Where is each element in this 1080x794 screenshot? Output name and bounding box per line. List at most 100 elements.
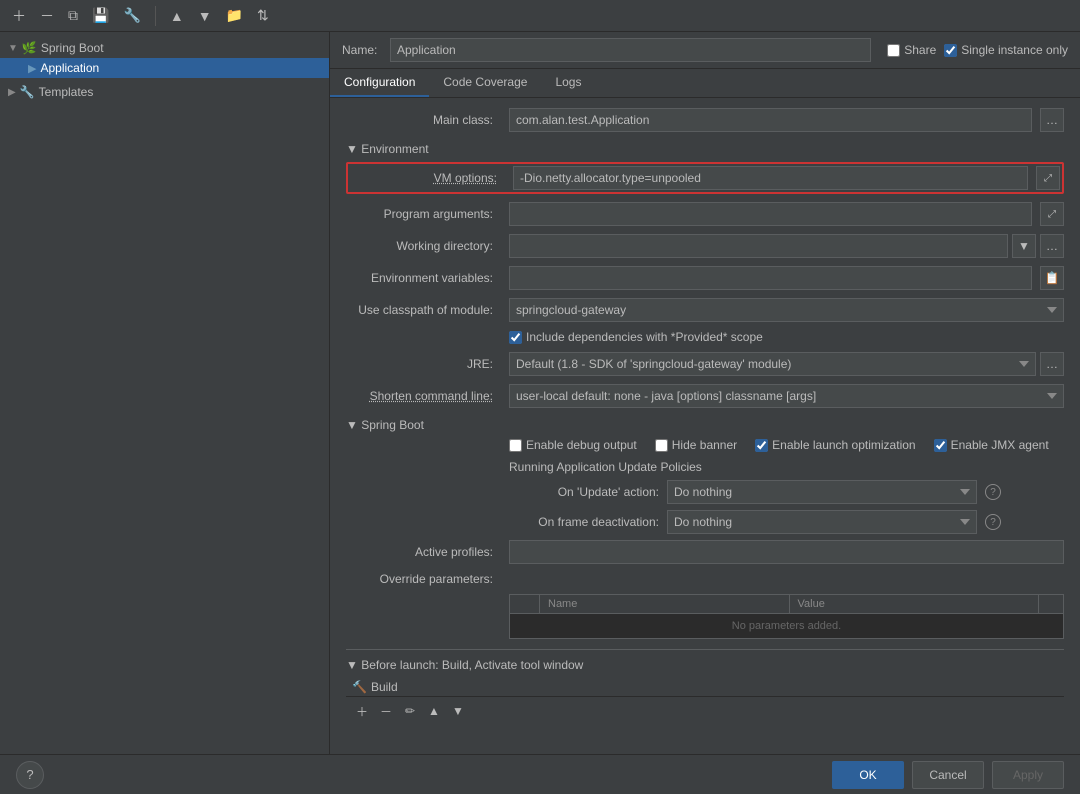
name-input[interactable] [390, 38, 871, 62]
shorten-cmd-wrapper: user-local default: none - java [options… [509, 384, 1064, 408]
before-launch-down-button[interactable]: ▼ [448, 701, 468, 721]
ok-button[interactable]: OK [832, 761, 904, 789]
main-class-input[interactable] [509, 108, 1032, 132]
env-vars-browse-button[interactable]: 📋 [1040, 266, 1064, 290]
shorten-cmd-select[interactable]: user-local default: none - java [options… [509, 384, 1064, 408]
env-vars-input[interactable] [509, 266, 1032, 290]
enable-launch-opt-checkbox[interactable] [755, 439, 768, 452]
working-dir-input[interactable] [509, 234, 1008, 258]
on-frame-row: On frame deactivation: Do nothing ? [509, 510, 1064, 534]
working-dir-wrapper: ▼ … [509, 234, 1064, 258]
build-icon: 🔨 [352, 680, 367, 694]
vm-options-input[interactable] [513, 166, 1028, 190]
before-launch-header[interactable]: ▼ Before launch: Build, Activate tool wi… [346, 658, 1064, 672]
toolbar: ＋ － ⧉ 💾 🔧 ▲ ▼ 📁 ⇅ [0, 0, 1080, 32]
working-dir-browse-button[interactable]: … [1040, 234, 1064, 258]
folder-icon[interactable]: 📁 [222, 5, 247, 26]
working-dir-dropdown-button[interactable]: ▼ [1012, 234, 1036, 258]
running-policies: Running Application Update Policies On '… [346, 460, 1064, 534]
program-args-expand-button[interactable]: ⤢ [1040, 202, 1064, 226]
shorten-cmd-label: Shorten command line: [346, 389, 501, 403]
enable-launch-opt-label[interactable]: Enable launch optimization [755, 438, 915, 452]
cancel-button[interactable]: Cancel [912, 761, 984, 789]
classpath-select[interactable]: springcloud-gateway [509, 298, 1064, 322]
help-button[interactable]: ? [16, 761, 44, 789]
vm-options-row: VM options: ⤢ [346, 162, 1064, 194]
active-profiles-label: Active profiles: [346, 545, 501, 559]
enable-debug-checkbox[interactable] [509, 439, 522, 452]
sidebar-group-springboot-label: Spring Boot [41, 41, 104, 55]
templates-arrow-icon: ▶ [8, 87, 16, 98]
sidebar-item-application-label: Application [40, 61, 99, 75]
before-launch-item: 🔨 Build [346, 678, 1064, 696]
environment-section-header[interactable]: ▼ Environment [346, 142, 1064, 156]
single-instance-checkbox-label[interactable]: Single instance only [944, 43, 1068, 57]
down-icon[interactable]: ▼ [194, 6, 216, 26]
tab-configuration[interactable]: Configuration [330, 69, 429, 97]
hide-banner-checkbox[interactable] [655, 439, 668, 452]
on-frame-help-icon[interactable]: ? [985, 514, 1001, 530]
override-params: Override parameters: Name Value No param… [346, 572, 1064, 639]
enable-jmx-label[interactable]: Enable JMX agent [934, 438, 1049, 452]
working-dir-row: Working directory: ▼ … [346, 234, 1064, 258]
tab-code-coverage[interactable]: Code Coverage [429, 69, 541, 97]
jre-row: JRE: Default (1.8 - SDK of 'springcloud-… [346, 352, 1064, 376]
sidebar-group-templates-header[interactable]: ▶ 🔧 Templates [0, 82, 329, 102]
springboot-section-header[interactable]: ▼ Spring Boot [346, 418, 1064, 432]
apply-button[interactable]: Apply [992, 761, 1064, 789]
app-icon: ▶ [28, 62, 36, 75]
sidebar-group-springboot: ▼ 🌿 Spring Boot ▶ Application [0, 36, 329, 80]
jre-select[interactable]: Default (1.8 - SDK of 'springcloud-gatew… [509, 352, 1036, 376]
enable-debug-label[interactable]: Enable debug output [509, 438, 637, 452]
jre-browse-button[interactable]: … [1040, 352, 1064, 376]
toolbar-separator [155, 6, 156, 26]
enable-jmx-checkbox[interactable] [934, 439, 947, 452]
override-params-label: Override parameters: [346, 572, 501, 586]
add-icon[interactable]: ＋ [8, 4, 30, 28]
share-checkbox-label[interactable]: Share [887, 43, 936, 57]
active-profiles-input[interactable] [509, 540, 1064, 564]
sort-icon[interactable]: ⇅ [253, 5, 273, 26]
on-update-help-icon[interactable]: ? [985, 484, 1001, 500]
running-policies-title: Running Application Update Policies [509, 460, 1064, 474]
include-deps-label[interactable]: Include dependencies with *Provided* sco… [509, 330, 763, 344]
params-table: Name Value No parameters added. [509, 594, 1064, 639]
config-panel: Main class: … ▼ Environment VM options: … [330, 98, 1080, 754]
on-update-select[interactable]: Do nothing [667, 480, 977, 504]
name-bar: Name: Share Single instance only [330, 32, 1080, 69]
name-label: Name: [342, 43, 382, 57]
expand-arrow-icon: ▼ [8, 43, 18, 54]
hide-banner-label[interactable]: Hide banner [655, 438, 737, 452]
springboot-section: ▼ Spring Boot Enable debug output Hide b… [346, 418, 1064, 534]
include-deps-row: Include dependencies with *Provided* sco… [346, 330, 1064, 344]
single-instance-checkbox[interactable] [944, 44, 957, 57]
params-col-value: Value [790, 595, 1040, 613]
copy-icon[interactable]: ⧉ [64, 5, 82, 26]
tabs: Configuration Code Coverage Logs [330, 69, 1080, 98]
on-frame-label: On frame deactivation: [509, 515, 659, 529]
classpath-label: Use classpath of module: [346, 303, 501, 317]
classpath-row: Use classpath of module: springcloud-gat… [346, 298, 1064, 322]
vm-options-expand-button[interactable]: ⤢ [1036, 166, 1060, 190]
sidebar-item-application[interactable]: ▶ Application [0, 58, 329, 78]
tab-logs[interactable]: Logs [541, 69, 595, 97]
program-args-row: Program arguments: ⤢ [346, 202, 1064, 226]
before-launch: ▼ Before launch: Build, Activate tool wi… [346, 649, 1064, 725]
save-icon[interactable]: 💾 [88, 5, 113, 26]
remove-icon[interactable]: － [36, 4, 58, 28]
sidebar-group-springboot-header[interactable]: ▼ 🌿 Spring Boot [0, 38, 329, 58]
top-right-controls: Share Single instance only [887, 43, 1068, 57]
before-launch-edit-button[interactable]: ✏ [400, 701, 420, 721]
springboot-icon: 🌿 [22, 41, 37, 55]
up-icon[interactable]: ▲ [166, 6, 188, 26]
main-class-browse-button[interactable]: … [1040, 108, 1064, 132]
share-checkbox[interactable] [887, 44, 900, 57]
on-frame-select[interactable]: Do nothing [667, 510, 977, 534]
before-launch-up-button[interactable]: ▲ [424, 701, 444, 721]
program-args-input[interactable] [509, 202, 1032, 226]
on-update-row: On 'Update' action: Do nothing ? [509, 480, 1064, 504]
before-launch-remove-button[interactable]: － [376, 701, 396, 721]
settings-icon[interactable]: 🔧 [119, 5, 144, 26]
include-deps-checkbox[interactable] [509, 331, 522, 344]
before-launch-add-button[interactable]: ＋ [352, 701, 372, 721]
